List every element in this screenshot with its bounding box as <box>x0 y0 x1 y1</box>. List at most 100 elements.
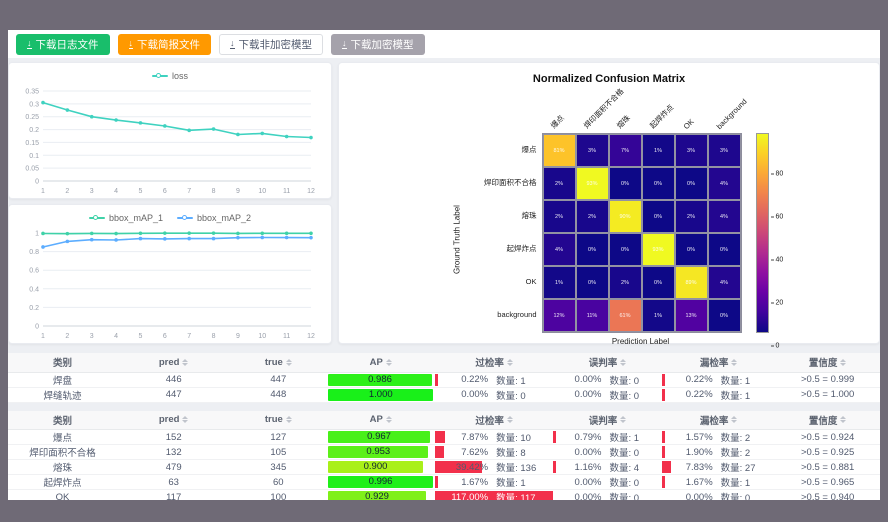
download-button-1[interactable]: ↓下载日志文件 <box>16 34 110 55</box>
cell-true: 345 <box>230 460 326 475</box>
cm-colorbar-tick: 80 <box>771 170 784 177</box>
cm-cell: 2% <box>675 200 708 233</box>
cell-over-rate: 1.67%数量: 1 <box>435 475 553 490</box>
sort-icon[interactable] <box>840 359 846 366</box>
cell-over-rate: 117.00% 数量: 117 <box>435 490 553 501</box>
svg-text:0.6: 0.6 <box>29 268 39 275</box>
svg-text:1: 1 <box>35 231 39 238</box>
rate-percent: 1.67% <box>675 477 713 488</box>
legend-label: bbox_mAP_1 <box>109 213 163 223</box>
cm-cell: 0% <box>675 167 708 200</box>
column-header-漏检率[interactable]: 漏检率 <box>662 353 775 372</box>
column-header-过检率[interactable]: 过检率 <box>435 411 553 430</box>
rate-percent: 0.22% <box>675 389 713 400</box>
column-header-label: 类别 <box>53 355 72 369</box>
legend-label: loss <box>172 71 188 81</box>
table-header-row: 类别 pred true AP过检率 误判率 漏检率置信度 <box>8 353 880 372</box>
cell-over-rate: 0.00%数量: 0 <box>435 387 553 402</box>
column-header-AP[interactable]: AP <box>326 353 435 372</box>
cm-heatmap-grid: 81%3%7%1%3%3%2%93%0%0%0%4%2%2%90%0%2%4%4… <box>542 133 742 333</box>
cell-misjudge-rate: 0.00%数量: 0 <box>553 372 662 387</box>
legend-item-bbox_mAP_1[interactable]: bbox_mAP_1 <box>89 213 163 223</box>
rate-count: 数量: 4 <box>609 460 651 474</box>
cm-cell: 2% <box>609 266 642 299</box>
svg-text:7: 7 <box>187 333 191 340</box>
sort-icon[interactable] <box>286 359 292 366</box>
sort-icon[interactable] <box>731 359 737 366</box>
rate-percent: 117.00% <box>450 492 488 501</box>
download-button-2[interactable]: ↓下载简报文件 <box>118 34 212 55</box>
column-header-label: 漏检率 <box>700 413 729 427</box>
sort-icon[interactable] <box>620 416 626 423</box>
cell-miss-rate: 1.67%数量: 1 <box>662 475 775 490</box>
legend-item-bbox_mAP_2[interactable]: bbox_mAP_2 <box>177 213 251 223</box>
cell-pred: 117 <box>117 490 230 501</box>
cm-cell: 93% <box>576 167 609 200</box>
sort-icon[interactable] <box>182 359 188 366</box>
cm-cell: 1% <box>642 299 675 332</box>
column-header-误判率[interactable]: 误判率 <box>553 353 662 372</box>
cm-column-label: background <box>714 97 748 131</box>
svg-text:11: 11 <box>283 333 290 340</box>
rate-count: 数量: 0 <box>496 388 538 402</box>
rate-count: 数量: 117 <box>496 490 538 500</box>
cell-confidence: >0.5 = 0.881 <box>775 460 880 475</box>
svg-text:12: 12 <box>307 188 315 195</box>
column-header-pred[interactable]: pred <box>117 353 230 372</box>
cell-category: 焊缝轨迹 <box>8 387 117 402</box>
download-button-3[interactable]: ↓下载非加密模型 <box>219 34 323 55</box>
ap-bar: 0.900 <box>328 461 423 473</box>
cm-cell: 1% <box>543 266 576 299</box>
sort-icon[interactable] <box>386 359 392 366</box>
svg-text:11: 11 <box>283 188 290 195</box>
svg-text:0.35: 0.35 <box>25 89 39 96</box>
cm-cell: 3% <box>708 134 741 167</box>
legend-item-loss[interactable]: loss <box>152 71 188 81</box>
download-toolbar: ↓下载日志文件 ↓下载简报文件 ↓下载非加密模型 ↓下载加密模型 <box>8 30 880 58</box>
svg-text:10: 10 <box>258 333 266 340</box>
rate-count: 数量: 8 <box>496 445 538 459</box>
column-header-label: 误判率 <box>589 355 618 369</box>
rate-count: 数量: 1 <box>496 475 538 489</box>
cell-pred: 446 <box>117 372 230 387</box>
sort-icon[interactable] <box>731 416 737 423</box>
download-button-4[interactable]: ↓下载加密模型 <box>331 34 425 55</box>
column-header-true[interactable]: true <box>230 353 326 372</box>
svg-text:0.1: 0.1 <box>29 153 39 160</box>
column-header-pred[interactable]: pred <box>117 411 230 430</box>
sort-icon[interactable] <box>840 416 846 423</box>
column-header-置信度[interactable]: 置信度 <box>775 411 880 430</box>
cell-ap: 0.900 <box>326 460 435 475</box>
rate-percent: 1.16% <box>563 462 601 473</box>
column-header-置信度[interactable]: 置信度 <box>775 353 880 372</box>
column-header-类别: 类别 <box>8 353 117 372</box>
table-header-row: 类别predtrueAP过检率误判率漏检率置信度 <box>8 411 880 430</box>
cell-miss-rate: 0.22%数量: 1 <box>662 372 775 387</box>
rate-percent: 1.90% <box>675 447 713 458</box>
cell-over-rate: 0.22%数量: 1 <box>435 372 553 387</box>
rate-percent: 0.00% <box>563 389 601 400</box>
sort-icon[interactable] <box>620 359 626 366</box>
cell-ap: 0.953 <box>326 445 435 460</box>
svg-text:0.2: 0.2 <box>29 305 39 312</box>
sort-icon[interactable] <box>507 416 513 423</box>
download-icon: ↓ <box>27 39 32 49</box>
cell-confidence: >0.5 = 0.924 <box>775 430 880 445</box>
column-header-误判率[interactable]: 误判率 <box>553 411 662 430</box>
cm-cell: 0% <box>708 299 741 332</box>
cm-row-label: background <box>464 298 542 331</box>
sort-icon[interactable] <box>286 416 292 423</box>
column-header-label: true <box>265 357 283 368</box>
column-header-AP[interactable]: AP <box>326 411 435 430</box>
table-row: 焊缝轨迹4474481.0000.00%数量: 00.00%数量: 00.22%… <box>8 387 880 402</box>
cell-category: 熔珠 <box>8 460 117 475</box>
rate-count: 数量: 0 <box>609 373 651 387</box>
sort-icon[interactable] <box>386 416 392 423</box>
sort-icon[interactable] <box>507 359 513 366</box>
cell-confidence: >0.5 = 0.925 <box>775 445 880 460</box>
column-header-漏检率[interactable]: 漏检率 <box>662 411 775 430</box>
column-header-过检率[interactable]: 过检率 <box>435 353 553 372</box>
svg-text:10: 10 <box>258 188 266 195</box>
column-header-true[interactable]: true <box>230 411 326 430</box>
sort-icon[interactable] <box>182 416 188 423</box>
